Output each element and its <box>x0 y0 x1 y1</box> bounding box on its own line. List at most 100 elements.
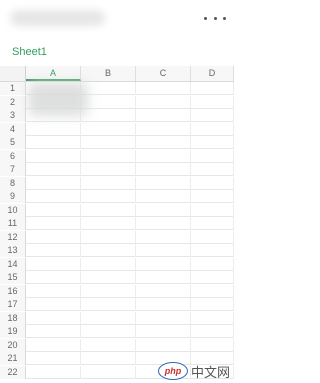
grid-cell[interactable] <box>81 338 136 352</box>
row-header[interactable]: 9 <box>0 190 26 203</box>
grid-cell[interactable] <box>26 190 81 203</box>
grid-cell[interactable] <box>26 149 81 163</box>
grid-cell[interactable] <box>136 122 191 136</box>
column-header-a[interactable]: A <box>26 66 81 81</box>
row-header[interactable]: 21 <box>0 352 26 365</box>
grid-cell[interactable] <box>81 176 136 190</box>
grid-cell[interactable] <box>136 257 191 271</box>
grid-cell[interactable] <box>81 257 136 271</box>
grid-cell[interactable] <box>81 284 136 298</box>
grid-cell[interactable] <box>26 203 81 217</box>
grid-cell[interactable] <box>191 284 234 298</box>
grid-cell[interactable] <box>136 325 191 338</box>
grid-cell[interactable] <box>81 244 136 257</box>
row-header[interactable]: 11 <box>0 217 26 230</box>
grid-cell[interactable] <box>81 365 136 379</box>
grid-cell[interactable] <box>136 176 191 190</box>
grid-cell[interactable] <box>191 217 234 230</box>
grid-cell[interactable] <box>26 176 81 190</box>
grid-cell[interactable] <box>26 311 81 325</box>
grid-cell[interactable] <box>191 271 234 284</box>
grid-cell[interactable] <box>81 149 136 163</box>
grid-cell[interactable] <box>136 95 191 109</box>
row-header[interactable]: 19 <box>0 325 26 338</box>
row-header[interactable]: 17 <box>0 298 26 311</box>
grid-cell[interactable] <box>26 298 81 311</box>
grid-cell[interactable] <box>81 230 136 244</box>
row-header[interactable]: 7 <box>0 163 26 176</box>
row-header[interactable]: 13 <box>0 244 26 257</box>
grid-cell[interactable] <box>136 203 191 217</box>
row-header[interactable]: 10 <box>0 203 26 217</box>
row-header[interactable]: 12 <box>0 230 26 244</box>
grid-cell[interactable] <box>136 163 191 176</box>
grid-cell[interactable] <box>26 365 81 379</box>
grid-cell[interactable] <box>136 284 191 298</box>
grid-cell[interactable] <box>191 149 234 163</box>
grid-cell[interactable] <box>136 244 191 257</box>
row-header[interactable]: 5 <box>0 136 26 149</box>
grid-cell[interactable] <box>136 217 191 230</box>
grid-cell[interactable] <box>81 109 136 122</box>
grid-cell[interactable] <box>81 298 136 311</box>
grid-cell[interactable] <box>81 271 136 284</box>
grid-cell[interactable] <box>191 122 234 136</box>
grid-cell[interactable] <box>26 257 81 271</box>
row-header[interactable]: 16 <box>0 284 26 298</box>
grid-cell[interactable] <box>136 136 191 149</box>
row-header[interactable]: 18 <box>0 311 26 325</box>
sheet-tab[interactable]: Sheet1 <box>12 46 47 58</box>
grid-cell[interactable] <box>191 298 234 311</box>
grid-cell[interactable] <box>26 136 81 149</box>
row-header[interactable]: 15 <box>0 271 26 284</box>
column-header-b[interactable]: B <box>81 66 136 81</box>
column-header-c[interactable]: C <box>136 66 191 81</box>
grid-cell[interactable] <box>81 352 136 365</box>
grid-cell[interactable] <box>191 82 234 95</box>
grid-cell[interactable] <box>136 149 191 163</box>
grid-cell[interactable] <box>26 122 81 136</box>
grid-cell[interactable] <box>81 122 136 136</box>
grid-cell[interactable] <box>26 325 81 338</box>
row-header[interactable]: 3 <box>0 109 26 122</box>
grid-cell[interactable] <box>136 109 191 122</box>
more-options-button[interactable] <box>204 8 226 28</box>
grid-cell[interactable] <box>26 338 81 352</box>
grid-cell[interactable] <box>26 284 81 298</box>
grid-cell[interactable] <box>26 271 81 284</box>
grid-cell[interactable] <box>191 230 234 244</box>
grid-cell[interactable] <box>191 338 234 352</box>
grid-cell[interactable] <box>191 203 234 217</box>
grid-cell[interactable] <box>81 136 136 149</box>
grid-cell[interactable] <box>191 190 234 203</box>
grid-cell[interactable] <box>191 244 234 257</box>
grid-cell[interactable] <box>81 95 136 109</box>
row-header[interactable]: 4 <box>0 122 26 136</box>
grid-cell[interactable] <box>26 244 81 257</box>
grid-cell[interactable] <box>191 163 234 176</box>
row-header[interactable]: 20 <box>0 338 26 352</box>
grid-cell[interactable] <box>191 109 234 122</box>
grid-cell[interactable] <box>136 338 191 352</box>
grid-cell[interactable] <box>26 352 81 365</box>
grid-cell[interactable] <box>26 163 81 176</box>
grid-cell[interactable] <box>136 82 191 95</box>
grid-cell[interactable] <box>136 230 191 244</box>
row-header[interactable]: 22 <box>0 365 26 379</box>
grid-cell[interactable] <box>81 325 136 338</box>
row-header[interactable]: 8 <box>0 176 26 190</box>
grid-cell[interactable] <box>81 82 136 95</box>
grid-cell[interactable] <box>136 298 191 311</box>
grid-cell[interactable] <box>191 311 234 325</box>
grid-cell[interactable] <box>136 271 191 284</box>
column-header-d[interactable]: D <box>191 66 234 81</box>
select-all-corner[interactable] <box>0 66 26 81</box>
grid-cell[interactable] <box>136 311 191 325</box>
grid-cell[interactable] <box>81 217 136 230</box>
grid-cell[interactable] <box>191 325 234 338</box>
grid-cell[interactable] <box>191 176 234 190</box>
grid-cell[interactable] <box>81 163 136 176</box>
grid-cell[interactable] <box>191 95 234 109</box>
grid-cell[interactable] <box>81 203 136 217</box>
grid-cell[interactable] <box>191 136 234 149</box>
